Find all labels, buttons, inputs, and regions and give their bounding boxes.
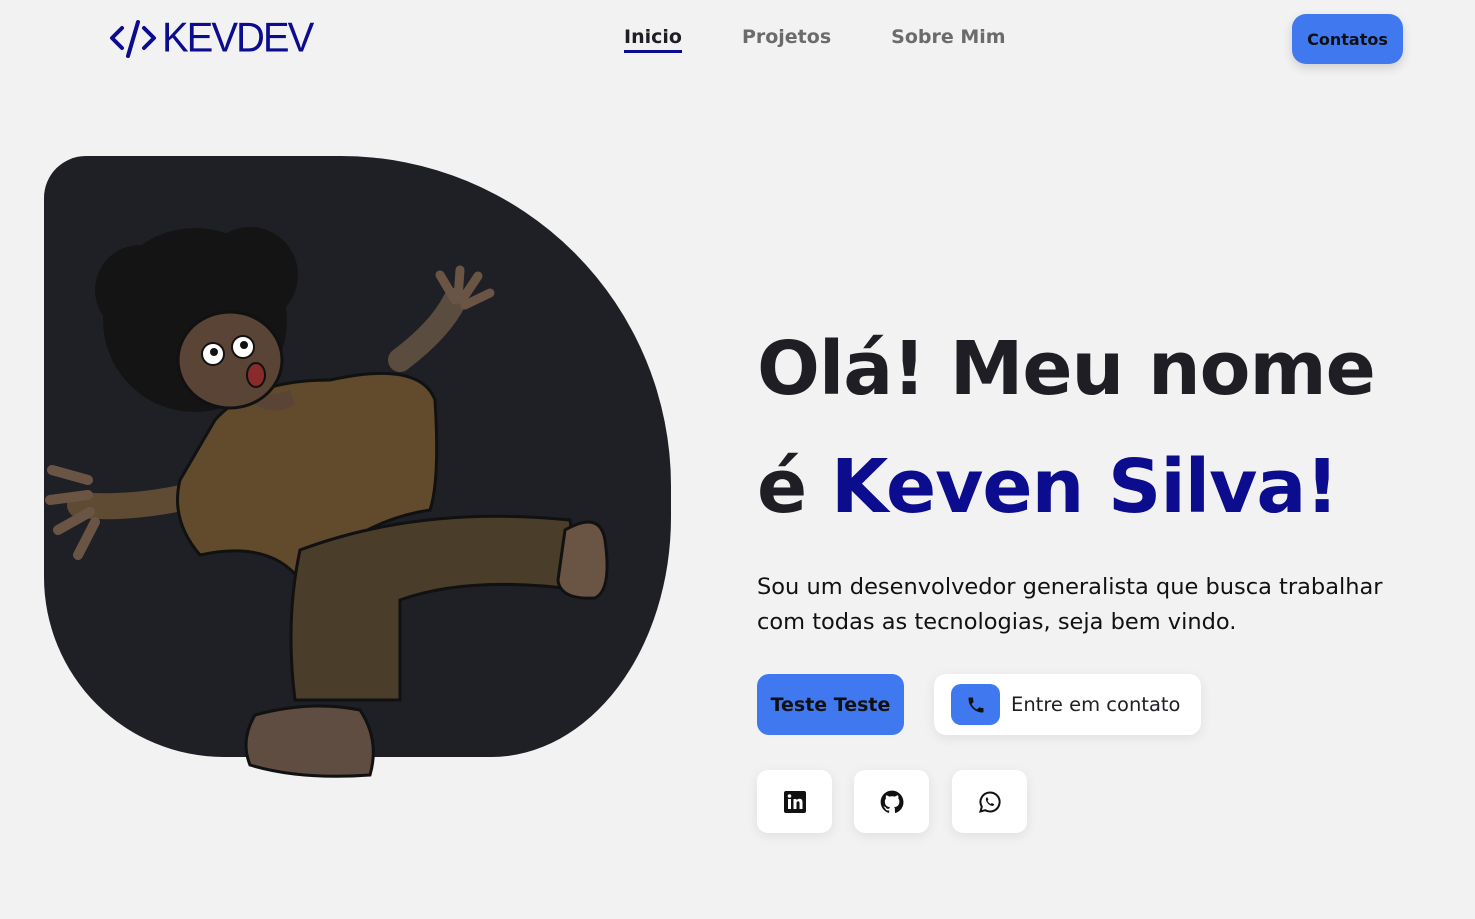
whatsapp-button[interactable] [952, 770, 1027, 833]
linkedin-button[interactable] [757, 770, 832, 833]
hero-title-prefix: é [757, 444, 831, 530]
contatos-button[interactable]: Contatos [1292, 14, 1403, 64]
nav-item-projetos[interactable]: Projetos [742, 26, 831, 53]
hero-title: Olá! Meu nome é Keven Silva! [757, 310, 1376, 546]
nav-item-sobre-mim[interactable]: Sobre Mim [891, 26, 1005, 53]
teste-button[interactable]: Teste Teste [757, 674, 904, 735]
entre-em-contato-label: Entre em contato [1011, 693, 1181, 716]
header: KEVDEV Inicio Projetos Sobre Mim Contato… [0, 0, 1475, 80]
linkedin-icon [783, 790, 806, 813]
entre-em-contato-button[interactable]: Entre em contato [934, 674, 1201, 735]
whatsapp-icon [978, 790, 1001, 813]
hero-illustration [45, 227, 609, 778]
logo[interactable]: KEVDEV [108, 14, 314, 62]
nav-item-inicio[interactable]: Inicio [624, 26, 682, 53]
github-button[interactable] [854, 770, 929, 833]
hero-title-name: Keven Silva! [830, 444, 1339, 530]
hero-title-line2: é Keven Silva! [757, 428, 1375, 546]
hero-title-line1: Olá! Meu nome [757, 326, 1376, 412]
hero-description: Sou um desenvolvedor generalista que bus… [757, 574, 1383, 635]
main-nav: Inicio Projetos Sobre Mim [624, 26, 1006, 53]
github-icon [880, 790, 903, 813]
phone-icon [951, 684, 1000, 725]
logo-text: KEVDEV [162, 14, 314, 62]
code-icon [110, 20, 156, 58]
